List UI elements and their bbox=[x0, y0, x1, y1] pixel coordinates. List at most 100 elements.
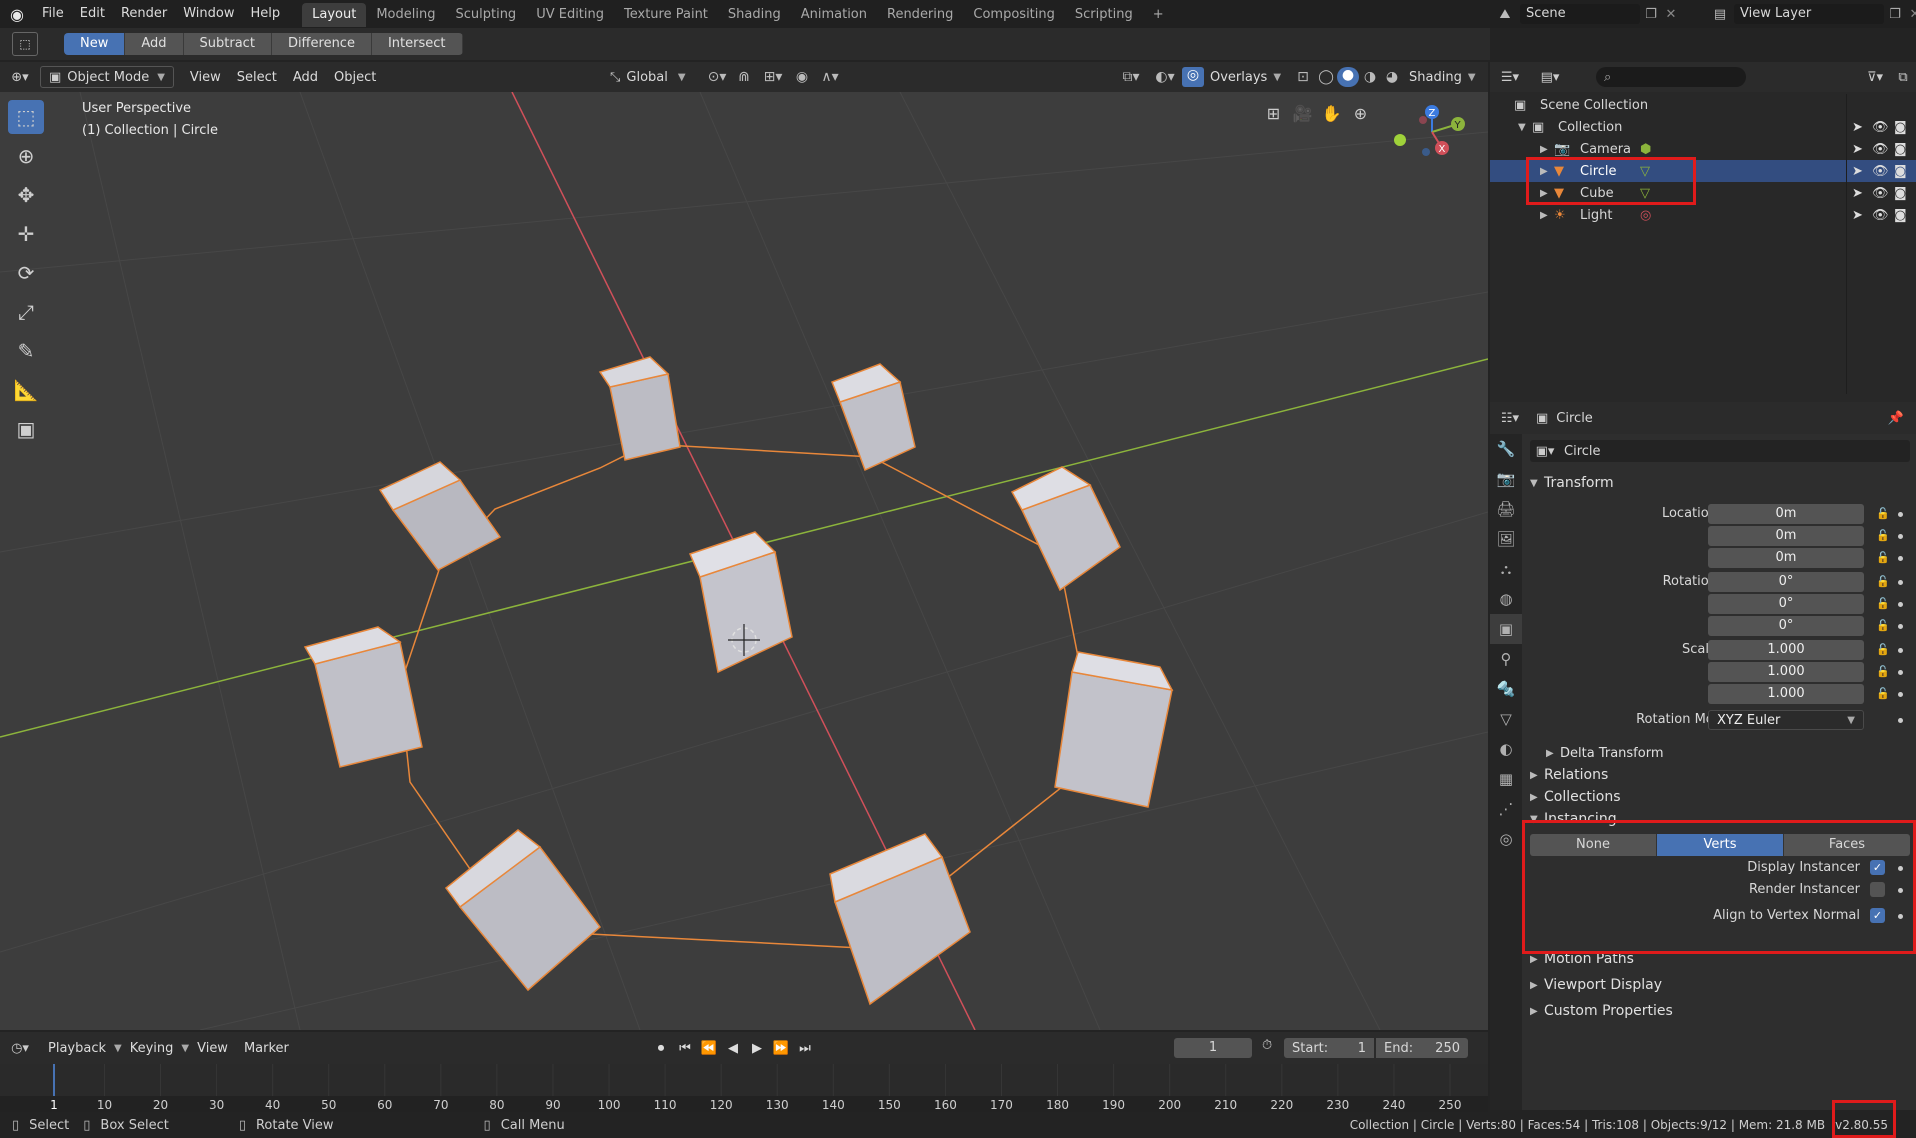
outliner-scene-collection[interactable]: ▣ Scene Collection bbox=[1490, 94, 1916, 116]
view-layer-tab-icon[interactable]: 🖼 bbox=[1490, 524, 1522, 554]
viewport-menu-select[interactable]: Select bbox=[229, 70, 285, 85]
expand-arrow-icon[interactable]: ▶ bbox=[1540, 144, 1554, 155]
location-x-field[interactable]: 0m bbox=[1708, 504, 1864, 524]
workspace-tab-texture-paint[interactable]: Texture Paint bbox=[614, 3, 718, 27]
select-box-tool-icon[interactable]: ⬚ bbox=[12, 32, 38, 56]
visibility-eye-icon[interactable]: 👁 bbox=[1872, 120, 1889, 135]
remove-scene-icon[interactable]: ✕ bbox=[1662, 7, 1680, 22]
editor-type-icon[interactable]: ⊕▾ bbox=[0, 70, 40, 85]
render-camera-icon[interactable]: ◙ bbox=[1894, 120, 1907, 135]
mode-new-button[interactable]: New bbox=[64, 33, 126, 55]
workspace-tab-modeling[interactable]: Modeling bbox=[366, 3, 445, 27]
mode-intersect-button[interactable]: Intersect bbox=[371, 33, 463, 55]
render-camera-icon[interactable]: ◙ bbox=[1894, 186, 1907, 201]
transform-panel-header[interactable]: ▼ Transform bbox=[1530, 472, 1614, 494]
keyframe-dot-icon[interactable] bbox=[1898, 914, 1903, 919]
workspace-tab-rendering[interactable]: Rendering bbox=[877, 3, 963, 27]
mode-subtract-button[interactable]: Subtract bbox=[183, 33, 272, 55]
orientation-gizmo[interactable]: Z Y X bbox=[1380, 96, 1480, 176]
timeline-ruler[interactable]: 1 10 20 30 40 50 60 70 80 90 100 110 120 130 140 150 160… bbox=[0, 1064, 1488, 1112]
annotate-tool-icon[interactable]: ✎ bbox=[8, 334, 44, 368]
keyframe-dot-icon[interactable] bbox=[1898, 580, 1903, 585]
menu-help[interactable]: Help bbox=[243, 0, 289, 28]
outliner-editor-type-icon[interactable]: ☰▾ bbox=[1490, 70, 1530, 85]
keyframe-dot-icon[interactable] bbox=[1898, 624, 1903, 629]
end-frame-field[interactable]: End: 250 bbox=[1376, 1038, 1468, 1058]
scale-tool-icon[interactable]: ⤢ bbox=[8, 295, 44, 329]
viewport-display-panel-header[interactable]: ▶ Viewport Display bbox=[1530, 974, 1662, 996]
cube-instance[interactable] bbox=[444, 829, 602, 992]
select-toggle-icon[interactable]: ➤ bbox=[1852, 208, 1863, 223]
keyframe-dot-icon[interactable] bbox=[1898, 866, 1903, 871]
measure-tool-icon[interactable]: 📐 bbox=[8, 373, 44, 407]
rotation-mode-dropdown[interactable]: XYZ Euler ▼ bbox=[1708, 710, 1864, 730]
expand-arrow-icon[interactable]: ▶ bbox=[1540, 210, 1554, 221]
properties-editor-type-icon[interactable]: ☷▾ bbox=[1490, 411, 1530, 426]
object-mode-dropdown[interactable]: ▣ Object Mode ▼ bbox=[40, 66, 174, 88]
keyframe-dot-icon[interactable] bbox=[1898, 648, 1903, 653]
keyframe-dot-icon[interactable] bbox=[1898, 692, 1903, 697]
outliner-item-circle[interactable]: ▶ ▼ Circle ▽ ➤ 👁 ◙ bbox=[1490, 160, 1916, 182]
xray-toggle-icon[interactable]: ⊡ bbox=[1291, 69, 1315, 85]
wireframe-shading-icon[interactable]: ◯ bbox=[1315, 69, 1337, 85]
gizmo-toggle-icon[interactable]: ◐▾ bbox=[1148, 69, 1182, 85]
motion-paths-panel-header[interactable]: ▶ Motion Paths bbox=[1530, 948, 1634, 970]
jump-end-icon[interactable]: ⏭ bbox=[796, 1041, 814, 1056]
next-keyframe-icon[interactable]: ⏩ bbox=[772, 1041, 790, 1056]
view-object-types-icon[interactable]: ⧉▾ bbox=[1114, 69, 1148, 85]
keyframe-dot-icon[interactable] bbox=[1898, 534, 1903, 539]
workspace-tab-layout[interactable]: Layout bbox=[302, 3, 367, 27]
timeline-menu-playback[interactable]: Playback bbox=[40, 1041, 114, 1056]
keyframe-dot-icon[interactable] bbox=[1898, 512, 1903, 517]
rotate-tool-icon[interactable]: ⟳ bbox=[8, 256, 44, 290]
object-data-tab-icon[interactable]: ▽ bbox=[1490, 704, 1522, 734]
cube-instance[interactable] bbox=[303, 626, 423, 768]
timeline-menu-keying[interactable]: Keying bbox=[122, 1041, 182, 1056]
camera-view-icon[interactable]: 🎥 bbox=[1291, 104, 1314, 130]
move-tool-icon[interactable]: ✥ bbox=[8, 178, 44, 212]
expand-arrow-icon[interactable]: ▶ bbox=[1540, 166, 1554, 177]
location-z-field[interactable]: 0m bbox=[1708, 548, 1864, 568]
view-layer-selector[interactable]: ▤ View Layer ❐ ✕ bbox=[1706, 2, 1916, 26]
workspace-tab-sculpting[interactable]: Sculpting bbox=[445, 3, 526, 27]
menu-file[interactable]: File bbox=[34, 0, 72, 28]
menu-edit[interactable]: Edit bbox=[72, 0, 113, 28]
render-camera-icon[interactable]: ◙ bbox=[1894, 142, 1907, 157]
display-mode-icon[interactable]: ▤▾ bbox=[1530, 70, 1570, 85]
visibility-eye-icon[interactable]: 👁 bbox=[1872, 208, 1889, 223]
select-toggle-icon[interactable]: ➤ bbox=[1852, 164, 1863, 179]
add-workspace-button[interactable]: + bbox=[1143, 3, 1174, 27]
perspective-toggle-icon[interactable]: ⊞ bbox=[1262, 104, 1285, 130]
menu-window[interactable]: Window bbox=[175, 0, 242, 28]
constraints-tab-icon[interactable]: ⚲ bbox=[1490, 644, 1522, 674]
current-frame-field[interactable]: 1 bbox=[1174, 1038, 1252, 1058]
delta-transform-subpanel-header[interactable]: ▶ Delta Transform bbox=[1546, 742, 1663, 764]
new-scene-icon[interactable]: ❐ bbox=[1640, 7, 1662, 22]
align-vertex-normal-checkbox[interactable]: ✓ bbox=[1870, 908, 1885, 923]
lock-icon[interactable]: 🔓 bbox=[1876, 597, 1890, 610]
translate-tool-icon[interactable]: ✛ bbox=[8, 217, 44, 251]
cube-instance[interactable] bbox=[598, 356, 681, 461]
select-box-tool-icon[interactable]: ⬚ bbox=[8, 100, 44, 134]
add-cube-tool-icon[interactable]: ▣ bbox=[8, 412, 44, 446]
outliner-item-camera[interactable]: ▶ 📷 Camera ⬢ ➤ 👁 ◙ bbox=[1490, 138, 1916, 160]
output-tab-icon[interactable]: 🖨 bbox=[1490, 494, 1522, 524]
rotation-z-field[interactable]: 0° bbox=[1708, 616, 1864, 636]
cube-instance[interactable] bbox=[378, 461, 502, 571]
lock-icon[interactable]: 🔓 bbox=[1876, 687, 1890, 700]
overlays-dropdown[interactable]: Overlays bbox=[1204, 70, 1273, 85]
outliner-search-input[interactable]: ⌕ bbox=[1596, 67, 1746, 87]
tool-tab-icon[interactable]: 🔧 bbox=[1490, 434, 1522, 464]
stopwatch-icon[interactable]: ⏱ bbox=[1262, 1038, 1272, 1053]
record-icon[interactable]: ⏺ bbox=[652, 1041, 670, 1056]
lock-icon[interactable]: 🔓 bbox=[1876, 551, 1890, 564]
lock-icon[interactable]: 🔓 bbox=[1876, 575, 1890, 588]
cube-instance[interactable] bbox=[1010, 466, 1121, 592]
3d-viewport[interactable]: User Perspective (1) Collection | Circle… bbox=[0, 92, 1488, 1030]
rotation-y-field[interactable]: 0° bbox=[1708, 594, 1864, 614]
scale-z-field[interactable]: 1.000 bbox=[1708, 684, 1864, 704]
select-toggle-icon[interactable]: ➤ bbox=[1852, 142, 1863, 157]
cube-instance[interactable] bbox=[1054, 651, 1174, 808]
rotation-x-field[interactable]: 0° bbox=[1708, 572, 1864, 592]
object-tab-icon[interactable]: ▣ bbox=[1490, 614, 1522, 644]
